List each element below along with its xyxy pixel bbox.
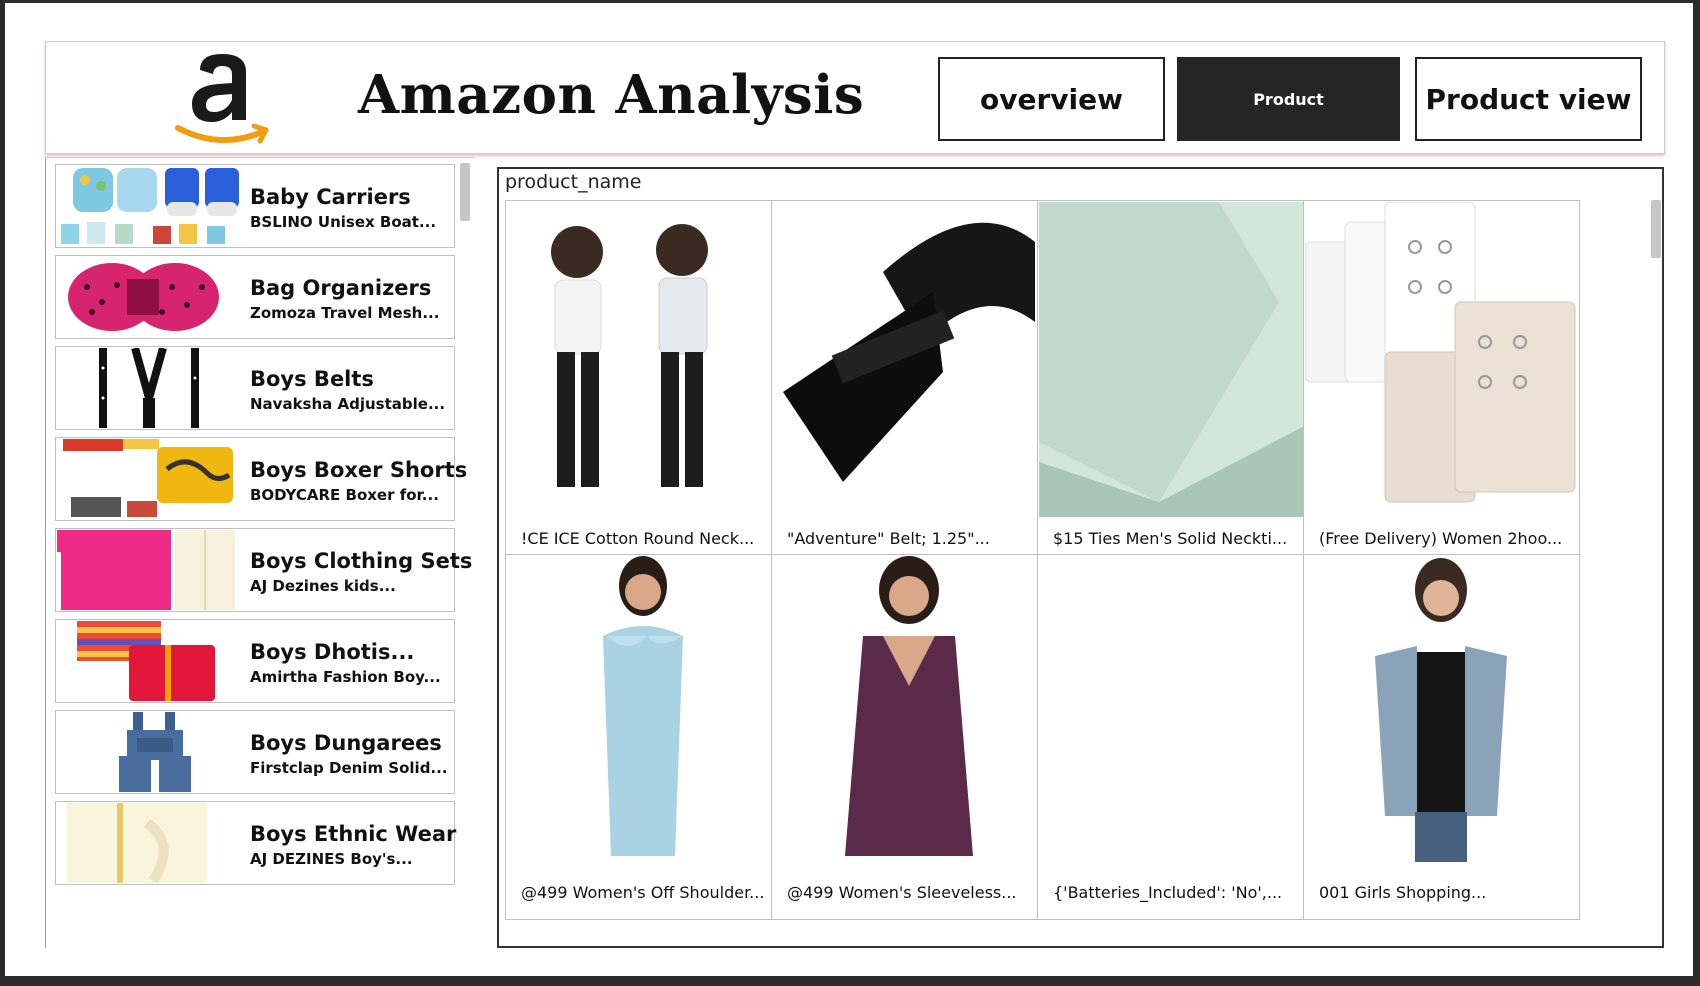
slicer-scrollbar[interactable]	[460, 163, 470, 221]
product-card[interactable]: @499 Women's Sleeveless...	[771, 554, 1048, 920]
category-label: Boys Clothing Sets	[250, 549, 473, 573]
product-label: Amirtha Fashion Boy...	[250, 668, 441, 686]
product-card[interactable]: !CE ICE Cotton Round Neck...	[505, 200, 782, 566]
baby-socks-image	[57, 166, 240, 246]
boxer-shorts-image	[57, 439, 240, 519]
denim-vest-image	[1305, 556, 1578, 871]
category-label: Boys Ethnic Wear	[250, 822, 457, 846]
clothing-set-image	[57, 530, 240, 610]
girls-tshirt-image	[507, 202, 780, 517]
page-title: Amazon Analysis	[358, 64, 865, 126]
dungarees-image	[57, 712, 240, 792]
category-label: Boys Dungarees	[250, 731, 442, 755]
window-frame-bottom	[0, 976, 1700, 986]
product-caption: @499 Women's Sleeveless...	[787, 883, 1017, 902]
product-caption: (Free Delivery) Women 2hoo...	[1319, 529, 1563, 548]
product-label: Firstclap Denim Solid...	[250, 759, 448, 777]
suspenders-image	[57, 348, 240, 428]
product-label: AJ DEZINES Boy's...	[250, 850, 413, 868]
product-card[interactable]: $15 Ties Men's Solid Neckti...	[1037, 200, 1314, 566]
product-caption: @499 Women's Off Shoulder...	[521, 883, 765, 902]
list-item[interactable]: Boys Ethnic Wear AJ DEZINES Boy's...	[55, 801, 457, 885]
product-caption: {'Batteries_Included': 'No',...	[1053, 883, 1283, 902]
list-item[interactable]: Bag Organizers Zomoza Travel Mesh...	[55, 255, 455, 339]
product-label: BSLINO Unisex Boat...	[250, 213, 437, 231]
product-label: BODYCARE Boxer for...	[250, 486, 439, 504]
product-card[interactable]: (Free Delivery) Women 2hoo...	[1303, 200, 1580, 566]
list-item[interactable]: Boys Dungarees Firstclap Denim Solid...	[55, 710, 455, 794]
list-item[interactable]: Boys Belts Navaksha Adjustable...	[55, 346, 455, 430]
purple-dress-image	[773, 556, 1046, 871]
list-item[interactable]: Boys Dhotis... Amirtha Fashion Boy...	[55, 619, 455, 703]
dhoti-image	[57, 621, 240, 701]
bra-extender-image	[1305, 202, 1578, 517]
product-view-nav-button[interactable]: Product view	[1415, 57, 1642, 141]
product-caption: 001 Girls Shopping...	[1319, 883, 1487, 902]
list-item[interactable]: Baby Carriers BSLINO Unisex Boat...	[55, 164, 455, 248]
category-label: Boys Belts	[250, 367, 374, 391]
ethnic-wear-image	[57, 803, 240, 883]
bag-organizer-image	[57, 257, 240, 337]
overview-nav-button[interactable]: overview	[938, 57, 1165, 141]
list-item[interactable]: Boys Clothing Sets AJ Dezines kids...	[55, 528, 472, 612]
product-caption: $15 Ties Men's Solid Neckti...	[1053, 529, 1288, 548]
gallery-field-label: product_name	[505, 171, 642, 193]
window-frame-right	[1693, 0, 1700, 986]
product-label: Navaksha Adjustable...	[250, 395, 446, 413]
gallery-scrollbar[interactable]	[1651, 200, 1661, 258]
product-card[interactable]: "Adventure" Belt; 1.25"...	[771, 200, 1048, 566]
product-caption: !CE ICE Cotton Round Neck...	[521, 529, 755, 548]
blue-dress-image	[507, 556, 780, 871]
category-label: Baby Carriers	[250, 185, 411, 209]
window-frame-top	[0, 0, 1700, 3]
category-label: Boys Boxer Shorts	[250, 458, 468, 482]
product-caption: "Adventure" Belt; 1.25"...	[787, 529, 990, 548]
category-label: Boys Dhotis...	[250, 640, 415, 664]
product-card[interactable]: @499 Women's Off Shoulder...	[505, 554, 782, 920]
amazon-logo-icon	[175, 54, 269, 144]
category-label: Bag Organizers	[250, 276, 432, 300]
product-gallery: product_name !CE ICE Cotton Round Neck..…	[497, 167, 1664, 948]
blank-image	[1039, 556, 1312, 871]
product-nav-button[interactable]: Product	[1177, 57, 1400, 141]
mint-tie-image	[1039, 202, 1312, 517]
product-label: AJ Dezines kids...	[250, 577, 396, 595]
product-card[interactable]: {'Batteries_Included': 'No',...	[1037, 554, 1314, 920]
black-belt-image	[773, 202, 1046, 517]
window-frame-left	[0, 0, 5, 986]
list-item[interactable]: Boys Boxer Shorts BODYCARE Boxer for...	[55, 437, 467, 521]
product-label: Zomoza Travel Mesh...	[250, 304, 440, 322]
category-slicer-list: Baby Carriers BSLINO Unisex Boat... Bag …	[45, 157, 475, 948]
product-card[interactable]: 001 Girls Shopping...	[1303, 554, 1580, 920]
report-header: Amazon Analysis overview Product Product…	[45, 41, 1665, 154]
